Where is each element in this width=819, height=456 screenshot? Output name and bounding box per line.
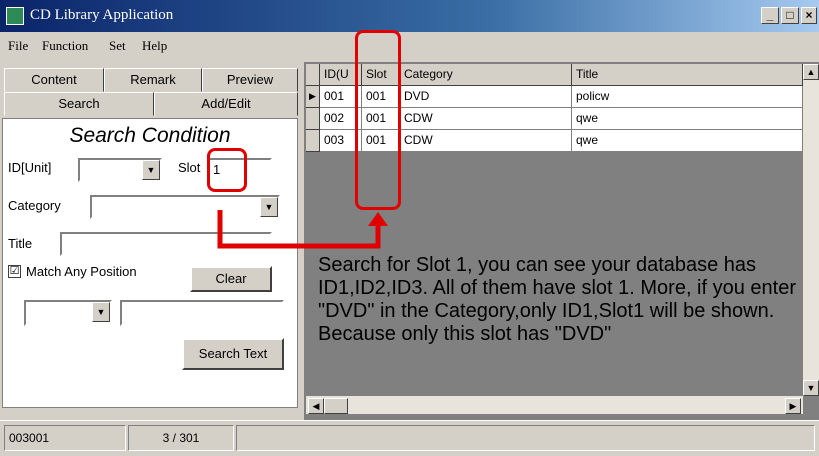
search-condition-title: Search Condition: [69, 124, 231, 147]
scroll-down-icon[interactable]: ▼: [803, 380, 819, 396]
search-field-dropdown-icon[interactable]: ▼: [92, 302, 110, 322]
table-cell[interactable]: qwe: [572, 108, 803, 130]
scroll-thumb[interactable]: [324, 398, 348, 414]
clear-button[interactable]: Clear: [190, 266, 272, 292]
search-text-button[interactable]: Search Text: [182, 338, 284, 370]
scroll-right-icon[interactable]: ▶: [785, 398, 801, 414]
horizontal-scrollbar[interactable]: [306, 396, 803, 414]
status-record-count: 3 / 301: [128, 425, 234, 451]
tab-search[interactable]: Search: [4, 92, 154, 116]
scroll-up-icon[interactable]: ▲: [803, 64, 819, 80]
tab-preview[interactable]: Preview: [202, 68, 298, 92]
column-header-category[interactable]: Category: [400, 64, 572, 86]
tab-content[interactable]: Content: [4, 68, 104, 92]
search-text-input[interactable]: [120, 300, 284, 326]
status-record-id: 003001: [4, 425, 126, 451]
menu-set[interactable]: Set: [109, 38, 126, 54]
status-panel: [236, 425, 815, 451]
menu-function[interactable]: Function: [42, 38, 88, 54]
current-row-indicator-icon: ▶: [306, 86, 320, 108]
scroll-left-icon[interactable]: ◀: [308, 398, 324, 414]
maximize-button[interactable]: □: [781, 7, 799, 24]
vertical-scrollbar[interactable]: [803, 64, 819, 396]
minimize-button[interactable]: _: [761, 7, 779, 24]
table-cell[interactable]: CDW: [400, 108, 572, 130]
slot-column-highlight: [355, 30, 401, 210]
tab-remark[interactable]: Remark: [104, 68, 202, 92]
id-unit-dropdown-icon[interactable]: ▼: [142, 160, 160, 180]
menu-help[interactable]: Help: [142, 38, 167, 54]
row-header[interactable]: [306, 130, 320, 152]
match-any-position-checkbox[interactable]: ☑: [8, 265, 21, 278]
grid-corner: [306, 64, 320, 86]
tab-add-edit[interactable]: Add/Edit: [154, 92, 298, 116]
row-header[interactable]: [306, 108, 320, 130]
column-header-title[interactable]: Title: [572, 64, 803, 86]
app-icon: [6, 7, 24, 25]
title-label: Title: [8, 236, 33, 251]
slot-input-highlight: [207, 148, 247, 192]
id-unit-label: ID[Unit]: [8, 160, 52, 175]
close-button[interactable]: ×: [801, 7, 817, 24]
table-cell[interactable]: CDW: [400, 130, 572, 152]
table-cell[interactable]: DVD: [400, 86, 572, 108]
menu-file[interactable]: File: [8, 38, 28, 54]
table-cell[interactable]: policw: [572, 86, 803, 108]
annotation-arrow: [217, 210, 388, 249]
match-any-position-label: Match Any Position: [26, 264, 137, 279]
annotation-caption: Search for Slot 1, you can see your data…: [318, 254, 796, 345]
category-label: Category: [8, 198, 61, 213]
slot-label: Slot: [178, 160, 201, 175]
table-cell[interactable]: qwe: [572, 130, 803, 152]
window-title: CD Library Application: [30, 7, 174, 23]
